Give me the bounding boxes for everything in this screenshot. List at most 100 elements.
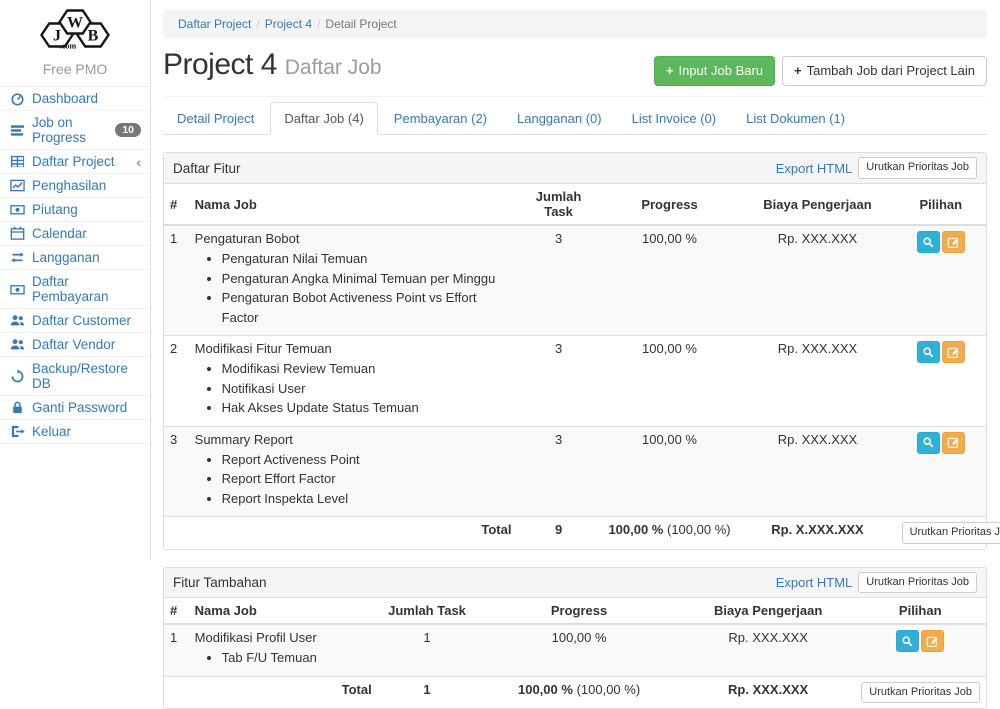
sidebar-item-daftar-vendor[interactable]: Daftar Vendor bbox=[0, 333, 150, 357]
job-name: Modifikasi Profil User bbox=[195, 630, 372, 645]
job-name: Modifikasi Fitur Temuan bbox=[195, 341, 512, 356]
sidebar-item-dashboard[interactable]: Dashboard bbox=[0, 87, 150, 111]
column-header: Jumlah Task bbox=[517, 184, 599, 225]
panel-heading: Daftar Fitur Export HTML Urutkan Priorit… bbox=[164, 153, 986, 184]
page-header: Project 4 Daftar Job + Input Job Baru + … bbox=[163, 42, 987, 97]
total-row: Total 1 100,00 % (100,00 %) Rp. XXX.XXX … bbox=[164, 676, 986, 708]
sidebar-item-piutang[interactable]: Piutang bbox=[0, 198, 150, 222]
edit-button[interactable] bbox=[942, 432, 965, 454]
total-task-count: 1 bbox=[378, 676, 477, 708]
job-row: 1 Pengaturan Bobot Pengaturan Nilai Temu… bbox=[164, 225, 986, 336]
breadcrumb-separator: / bbox=[317, 17, 320, 31]
job-subtask-list: Tab F/U Temuan bbox=[195, 648, 372, 668]
sidebar-item-job-on-progress[interactable]: Job on Progress 10 bbox=[0, 111, 150, 150]
page-subtitle: Daftar Job bbox=[285, 56, 382, 79]
tab-pembayaran-2[interactable]: Pembayaran (2) bbox=[380, 102, 501, 135]
export-html-link[interactable]: Export HTML bbox=[776, 575, 853, 590]
search-icon bbox=[901, 635, 914, 648]
calendar-icon bbox=[9, 226, 25, 241]
panel-daftar-fitur: Daftar Fitur Export HTML Urutkan Priorit… bbox=[163, 152, 987, 549]
total-cost: Rp. X.XXX.XXX bbox=[739, 517, 895, 549]
tab-bar: Detail ProjectDaftar Job (4)Pembayaran (… bbox=[163, 102, 987, 135]
sidebar: JWB.com Free PMO Dashboard Job on Progre… bbox=[0, 0, 151, 560]
chart-line-icon bbox=[9, 178, 25, 193]
total-row: Total 9 100,00 % (100,00 %) Rp. X.XXX.XX… bbox=[164, 517, 986, 549]
job-number: 1 bbox=[164, 624, 189, 676]
sort-priority-button[interactable]: Urutkan Prioritas Job bbox=[861, 682, 980, 704]
total-label: Total bbox=[189, 517, 518, 549]
refresh-icon bbox=[9, 369, 25, 384]
view-button[interactable] bbox=[917, 432, 940, 454]
svg-text:W: W bbox=[67, 15, 83, 32]
job-cost: Rp. XXX.XXX bbox=[739, 225, 895, 336]
breadcrumb-separator: / bbox=[256, 17, 259, 31]
sidebar-item-penghasilan[interactable]: Penghasilan bbox=[0, 174, 150, 198]
job-subtask: Report Effort Factor bbox=[222, 469, 512, 489]
breadcrumb-item[interactable]: Daftar Project bbox=[178, 17, 251, 31]
job-subtask-list: Pengaturan Nilai TemuanPengaturan Angka … bbox=[195, 249, 512, 327]
job-subtask: Pengaturan Angka Minimal Temuan per Ming… bbox=[222, 269, 512, 289]
breadcrumb-item[interactable]: Project 4 bbox=[265, 17, 312, 31]
tambah-job-dari-project-lain-button[interactable]: + Tambah Job dari Project Lain bbox=[782, 56, 987, 86]
search-icon bbox=[922, 236, 935, 249]
job-actions bbox=[896, 426, 986, 517]
column-header: Jumlah Task bbox=[378, 598, 477, 624]
sidebar-item-daftar-pembayaran[interactable]: Daftar Pembayaran bbox=[0, 270, 150, 309]
view-button[interactable] bbox=[917, 231, 940, 253]
view-button[interactable] bbox=[896, 630, 919, 652]
jwb-logo-icon: JWB.com bbox=[30, 41, 120, 56]
money-icon bbox=[9, 202, 25, 217]
job-cost: Rp. XXX.XXX bbox=[739, 426, 895, 517]
table-header-row: #Nama JobJumlah TaskProgressBiaya Penger… bbox=[164, 184, 986, 225]
column-header: # bbox=[164, 598, 189, 624]
lock-icon bbox=[9, 400, 25, 415]
sidebar-item-calendar[interactable]: Calendar bbox=[0, 222, 150, 246]
edit-button[interactable] bbox=[942, 231, 965, 253]
brand-name: Free PMO bbox=[0, 56, 150, 86]
input-job-baru-button[interactable]: + Input Job Baru bbox=[654, 56, 775, 86]
job-task-count: 1 bbox=[378, 624, 477, 676]
sidebar-item-daftar-project[interactable]: Daftar Project ‹ bbox=[0, 150, 150, 174]
sidebar-item-keluar[interactable]: Keluar bbox=[0, 420, 150, 444]
job-cost: Rp. XXX.XXX bbox=[739, 336, 895, 427]
sort-priority-button[interactable]: Urutkan Prioritas Job bbox=[858, 157, 977, 179]
job-subtask: Hak Akses Update Status Temuan bbox=[222, 398, 512, 418]
tab-list-invoice-0[interactable]: List Invoice (0) bbox=[618, 102, 731, 135]
retweet-icon bbox=[9, 250, 25, 265]
column-header: Biaya Pengerjaan bbox=[682, 598, 855, 624]
edit-button[interactable] bbox=[942, 341, 965, 363]
svg-text:B: B bbox=[88, 28, 99, 45]
view-button[interactable] bbox=[917, 341, 940, 363]
job-row: 2 Modifikasi Fitur Temuan Modifikasi Rev… bbox=[164, 336, 986, 427]
column-header: # bbox=[164, 184, 189, 225]
job-actions bbox=[854, 624, 986, 676]
job-progress: 100,00 % bbox=[600, 225, 740, 336]
job-name: Pengaturan Bobot bbox=[195, 231, 512, 246]
edit-icon bbox=[926, 635, 939, 648]
users-icon bbox=[9, 313, 25, 328]
total-cost: Rp. XXX.XXX bbox=[682, 676, 855, 708]
job-actions bbox=[896, 225, 986, 336]
sidebar-item-backup-restore-db[interactable]: Backup/Restore DB bbox=[0, 357, 150, 396]
tab-list-dokumen-1[interactable]: List Dokumen (1) bbox=[732, 102, 859, 135]
job-number: 2 bbox=[164, 336, 189, 427]
edit-button[interactable] bbox=[921, 630, 944, 652]
sort-priority-button[interactable]: Urutkan Prioritas Job bbox=[902, 522, 1000, 544]
total-label: Total bbox=[189, 676, 378, 708]
breadcrumb: Daftar Project/Project 4/Detail Project bbox=[163, 10, 987, 38]
export-html-link[interactable]: Export HTML bbox=[776, 161, 853, 176]
column-header: Progress bbox=[476, 598, 682, 624]
sort-priority-button[interactable]: Urutkan Prioritas Job bbox=[858, 572, 977, 594]
tab-daftar-job-4[interactable]: Daftar Job (4) bbox=[270, 102, 377, 135]
main-content: Daftar Project/Project 4/Detail Project … bbox=[151, 0, 1000, 560]
column-header: Biaya Pengerjaan bbox=[739, 184, 895, 225]
job-subtask: Notifikasi User bbox=[222, 379, 512, 399]
column-header: Nama Job bbox=[189, 598, 378, 624]
money-icon bbox=[9, 282, 25, 297]
job-subtask: Modifikasi Review Temuan bbox=[222, 359, 512, 379]
tab-detail-project[interactable]: Detail Project bbox=[163, 102, 268, 135]
sidebar-item-langganan[interactable]: Langganan bbox=[0, 246, 150, 270]
tab-langganan-0[interactable]: Langganan (0) bbox=[503, 102, 616, 135]
sidebar-item-daftar-customer[interactable]: Daftar Customer bbox=[0, 309, 150, 333]
sidebar-item-ganti-password[interactable]: Ganti Password bbox=[0, 396, 150, 420]
